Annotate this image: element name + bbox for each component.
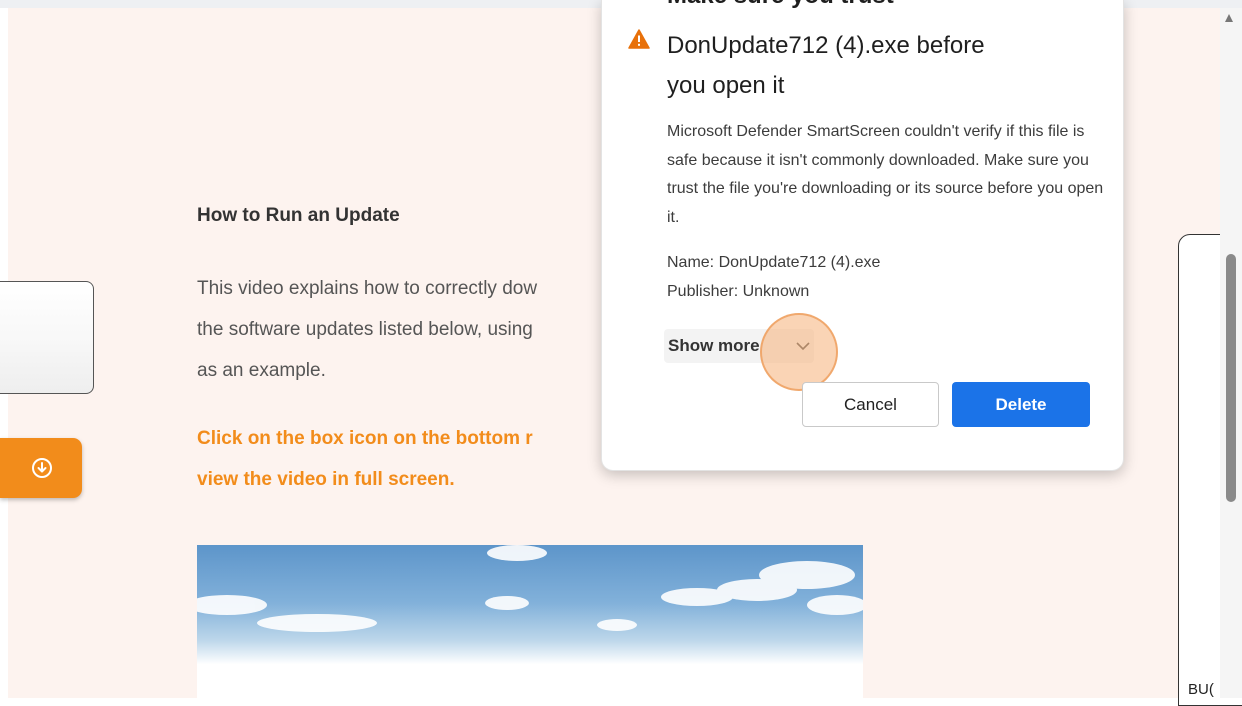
publisher-line: Publisher: Unknown	[667, 283, 810, 300]
show-more-label: Show more	[668, 336, 760, 355]
scrollbar-thumb[interactable]	[1226, 254, 1236, 502]
scroll-up-arrow-icon[interactable]	[1225, 14, 1233, 22]
warning-triangle-icon	[628, 29, 650, 49]
article-body: This video explains how to correctly dow…	[197, 278, 538, 381]
video-thumbnail[interactable]	[197, 545, 863, 698]
file-name-line: Name: DonUpdate712 (4).exe	[667, 254, 881, 271]
article-cta: Click on the box icon on the bottom r vi…	[197, 428, 533, 490]
smartscreen-warning-dialog: Make sure you trust DonUpdate712 (4).exe…	[601, 0, 1124, 471]
left-side-card[interactable]	[0, 281, 94, 394]
cancel-button[interactable]: Cancel	[802, 382, 939, 427]
dialog-message: Microsoft Defender SmartScreen couldn't …	[667, 123, 1104, 226]
delete-button[interactable]: Delete	[952, 382, 1090, 427]
right-panel-label: BU(	[1188, 681, 1214, 698]
orange-side-button[interactable]	[0, 438, 82, 498]
circle-down-arrow-icon	[32, 458, 52, 478]
sky-clouds-image	[197, 545, 863, 632]
cursor-highlight	[760, 313, 838, 391]
dialog-title-cut: Make sure you trust	[667, 0, 894, 10]
dialog-title: DonUpdate712 (4).exe before you open it	[667, 32, 985, 99]
article-title: How to Run an Update	[197, 205, 400, 226]
